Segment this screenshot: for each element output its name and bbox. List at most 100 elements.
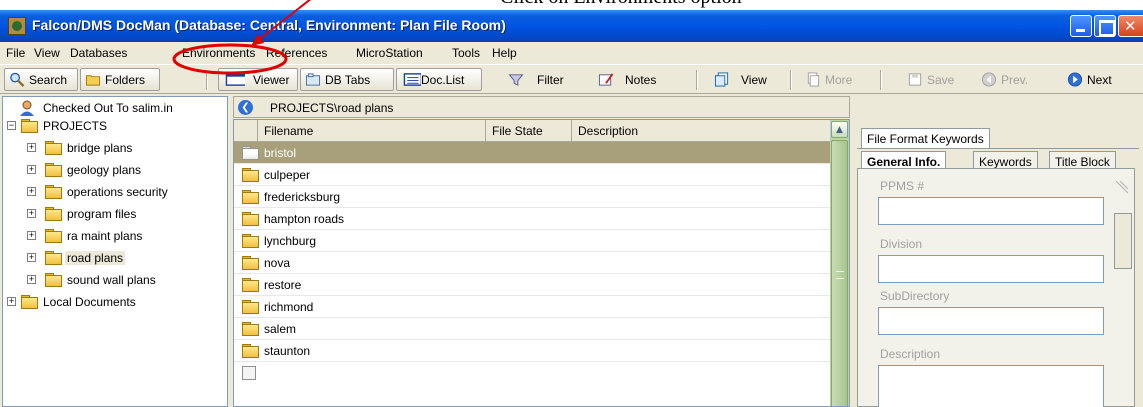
panel-scrollbar[interactable] xyxy=(1114,173,1132,404)
table-row[interactable]: culpeper xyxy=(234,164,830,186)
tree-item-ra-maint-plans[interactable]: + ra maint plans xyxy=(7,227,227,245)
division-field[interactable] xyxy=(878,255,1104,283)
folder-icon xyxy=(242,190,259,204)
doc-list-button[interactable]: Doc.List xyxy=(396,68,482,91)
title-bar[interactable]: Falcon/DMS DocMan (Database: Central, En… xyxy=(0,10,1143,42)
table-row[interactable]: restore xyxy=(234,274,830,296)
table-row[interactable] xyxy=(234,362,830,384)
tree-item-sound-wall-plans[interactable]: + sound wall plans xyxy=(7,271,227,289)
db-tabs-button[interactable]: DB Tabs xyxy=(300,68,394,91)
menu-help[interactable]: Help xyxy=(492,46,517,60)
vertical-scrollbar[interactable]: ▲ xyxy=(830,120,849,406)
expand-icon[interactable]: + xyxy=(27,165,36,174)
subdirectory-field[interactable] xyxy=(878,307,1104,335)
expand-icon[interactable]: + xyxy=(27,253,36,262)
folder-tree[interactable]: Checked Out To salim.in − PROJECTS + bri… xyxy=(2,96,228,407)
app-window: Falcon/DMS DocMan (Database: Central, En… xyxy=(0,10,1143,407)
ppms-field[interactable] xyxy=(878,197,1104,225)
viewer-button[interactable]: Viewer xyxy=(218,68,298,91)
table-row[interactable]: staunton xyxy=(234,340,830,362)
column-header-select[interactable] xyxy=(234,120,258,142)
collapse-icon[interactable]: − xyxy=(7,121,16,130)
folder-icon xyxy=(242,256,259,270)
menu-file[interactable]: File xyxy=(6,46,25,60)
tree-item-operations-security[interactable]: + operations security xyxy=(7,183,227,201)
main-toolbar: Search Folders Viewer DB Tabs Doc.List F… xyxy=(0,64,1143,94)
scroll-up-icon[interactable]: ▲ xyxy=(831,121,848,138)
description-field[interactable] xyxy=(878,365,1104,407)
tree-item-geology-plans[interactable]: + geology plans xyxy=(7,161,227,179)
minimize-button[interactable] xyxy=(1070,15,1092,37)
prev-button[interactable]: Prev. xyxy=(976,68,1046,91)
tree-label: bridge plans xyxy=(67,141,133,155)
back-icon[interactable]: ❮ xyxy=(238,100,253,115)
expand-icon[interactable]: + xyxy=(27,209,36,218)
tree-label: operations security xyxy=(67,185,168,199)
more-label: More xyxy=(825,73,853,87)
folder-icon xyxy=(45,163,62,177)
tree-item-bridge-plans[interactable]: + bridge plans xyxy=(7,139,227,157)
tree-item-local-documents[interactable]: + Local Documents xyxy=(7,293,227,311)
maximize-button[interactable] xyxy=(1094,15,1116,37)
filter-button[interactable]: Filter xyxy=(500,68,578,91)
folder-icon xyxy=(242,278,259,292)
next-button[interactable]: Next xyxy=(1062,68,1132,91)
scroll-thumb[interactable] xyxy=(831,140,848,406)
expand-icon[interactable]: + xyxy=(27,187,36,196)
tree-item-checked-out[interactable]: Checked Out To salim.in xyxy=(7,99,227,117)
table-row[interactable]: nova xyxy=(234,252,830,274)
more-button[interactable]: More xyxy=(800,68,862,91)
menu-tools[interactable]: Tools xyxy=(452,46,480,60)
user-icon xyxy=(20,100,34,116)
field-label: Description xyxy=(880,347,941,361)
save-icon xyxy=(908,73,922,86)
arrow-right-icon xyxy=(1067,72,1083,87)
viewer-label: Viewer xyxy=(253,73,290,87)
tree-item-road-plans[interactable]: + road plans xyxy=(7,249,227,267)
tree-item-projects[interactable]: − PROJECTS xyxy=(7,117,227,135)
folders-button[interactable]: Folders xyxy=(80,68,160,91)
folder-icon xyxy=(45,185,62,199)
column-header-file-state[interactable]: File State xyxy=(486,120,572,142)
table-row[interactable]: lynchburg xyxy=(234,230,830,252)
search-button[interactable]: Search xyxy=(4,68,78,91)
column-header-filename[interactable]: Filename xyxy=(258,120,486,142)
close-button[interactable] xyxy=(1118,15,1143,37)
menu-references[interactable]: References xyxy=(266,46,327,60)
column-header-description[interactable]: Description xyxy=(572,120,830,142)
expand-icon[interactable]: + xyxy=(27,231,36,240)
view-label: View xyxy=(741,73,767,87)
notes-button[interactable]: Notes xyxy=(590,68,670,91)
table-row[interactable]: salem xyxy=(234,318,830,340)
folder-icon xyxy=(242,168,259,182)
folder-icon xyxy=(21,295,38,309)
menu-view[interactable]: View xyxy=(34,46,60,60)
table-row[interactable]: bristol xyxy=(234,142,830,164)
table-row[interactable]: fredericksburg xyxy=(234,186,830,208)
folder-open-icon xyxy=(21,119,38,133)
scroll-thumb[interactable] xyxy=(1114,213,1132,269)
path-bar: ❮ PROJECTS\road plans xyxy=(233,96,850,118)
tree-item-program-files[interactable]: + program files xyxy=(7,205,227,223)
menu-databases[interactable]: Databases xyxy=(70,46,127,60)
folder-icon xyxy=(242,322,259,336)
menu-microstation[interactable]: MicroStation xyxy=(356,46,423,60)
tree-label: geology plans xyxy=(67,163,142,177)
annotation-caption: Click on Environments option xyxy=(500,0,742,9)
field-label: PPMS # xyxy=(880,179,925,193)
expand-icon[interactable]: + xyxy=(7,297,16,306)
file-grid[interactable]: Filename File State Description bristol … xyxy=(233,119,850,407)
tab-file-format-keywords[interactable]: File Format Keywords xyxy=(861,128,990,148)
folder-icon xyxy=(85,75,101,86)
keywords-pane: File Format Keywords General Info. Keywo… xyxy=(853,96,1143,407)
save-button[interactable]: Save xyxy=(902,68,972,91)
expand-icon[interactable]: + xyxy=(27,143,36,152)
menu-environments[interactable]: Environments xyxy=(182,46,255,60)
folder-icon xyxy=(45,141,62,155)
table-row[interactable]: hampton roads xyxy=(234,208,830,230)
view-button[interactable]: View xyxy=(706,68,778,91)
table-row[interactable]: richmond xyxy=(234,296,830,318)
folders-label: Folders xyxy=(105,73,146,87)
resize-grip-icon xyxy=(1115,180,1129,194)
expand-icon[interactable]: + xyxy=(27,275,36,284)
